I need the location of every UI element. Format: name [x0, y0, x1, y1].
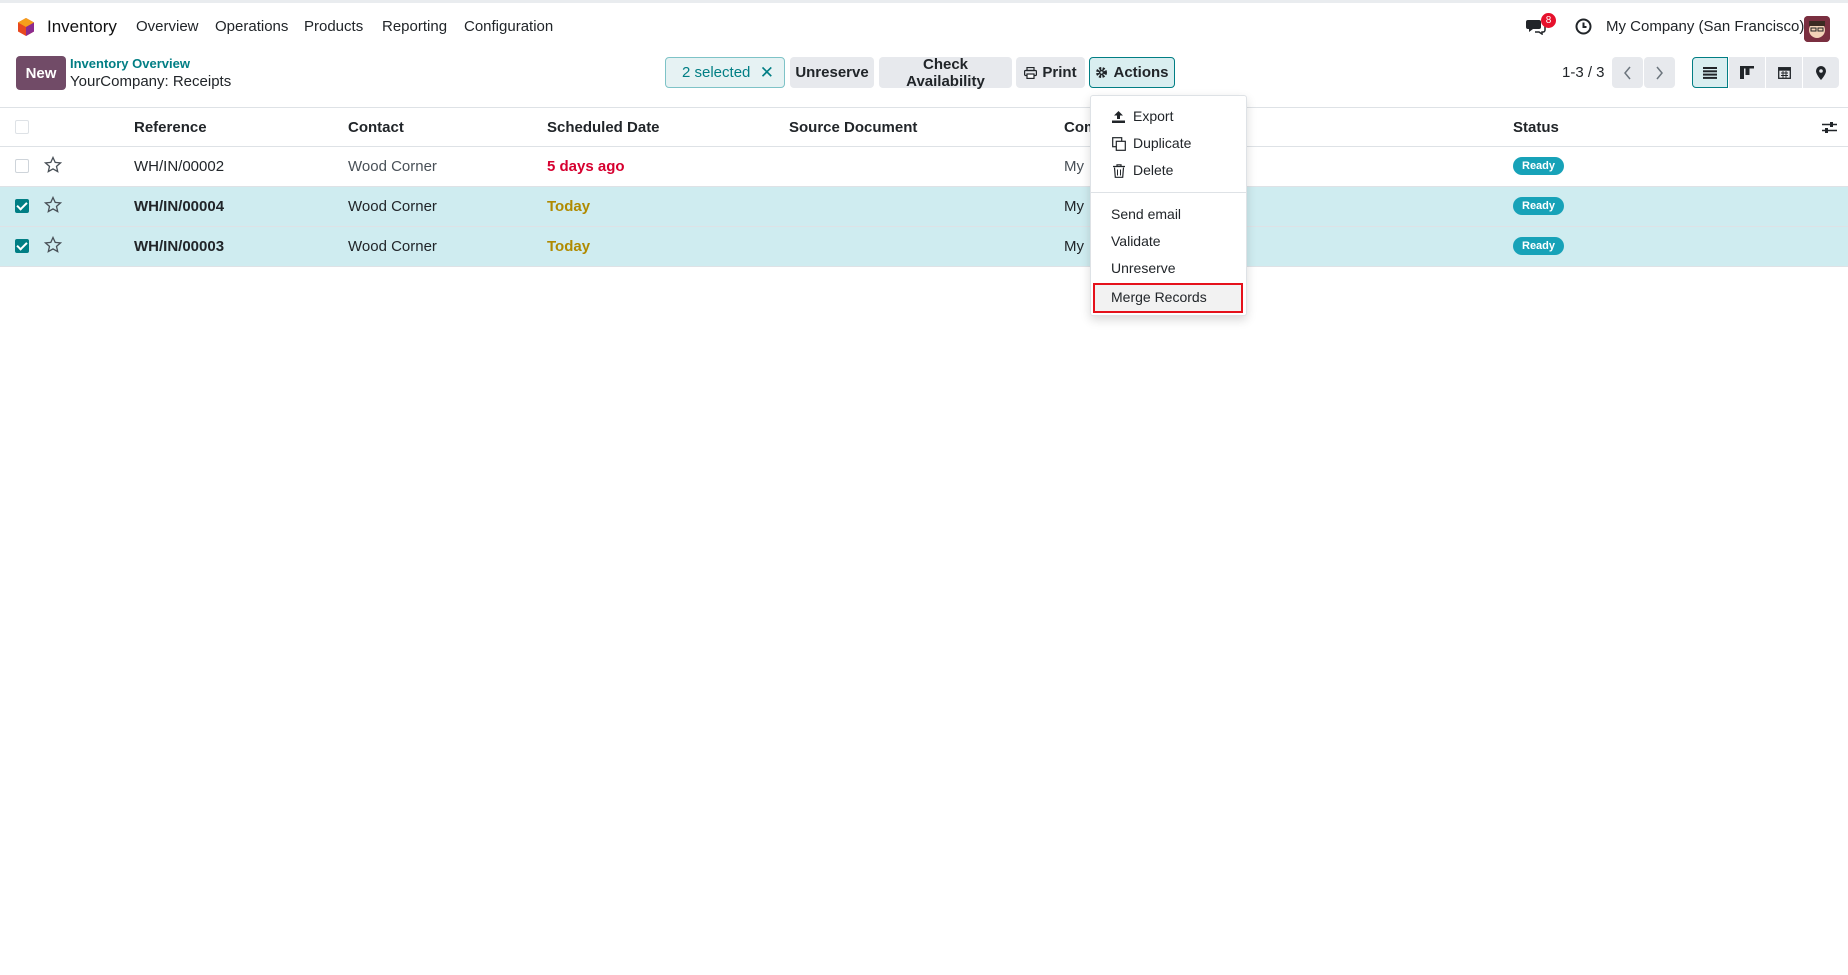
new-button[interactable]: New — [16, 56, 66, 90]
actions-label: Actions — [1113, 64, 1169, 81]
row-checkbox[interactable] — [15, 159, 29, 173]
menu-products[interactable]: Products — [304, 18, 363, 35]
kanban-view-button[interactable] — [1729, 57, 1765, 88]
list-icon — [1703, 66, 1717, 79]
row-reference: WH/IN/00003 — [134, 238, 225, 255]
column-contact[interactable]: Contact — [348, 119, 404, 136]
clear-selection-icon[interactable]: ✕ — [760, 63, 774, 83]
calendar-icon — [1777, 67, 1791, 79]
selected-count: 2 selected — [682, 64, 751, 81]
row-contact: Wood Corner — [348, 238, 437, 255]
upload-icon — [1112, 111, 1125, 123]
row-scheduled-date: 5 days ago — [547, 158, 625, 175]
row-reference: WH/IN/00004 — [134, 198, 225, 215]
breadcrumb-inventory-overview[interactable]: Inventory Overview — [70, 56, 190, 71]
column-scheduled-date[interactable]: Scheduled Date — [547, 119, 660, 136]
column-source-document[interactable]: Source Document — [789, 119, 917, 136]
company-switcher[interactable]: My Company (San Francisco) — [1606, 18, 1804, 35]
optional-columns-icon[interactable] — [1822, 121, 1837, 134]
trash-icon — [1113, 164, 1125, 178]
status-badge: Ready — [1513, 197, 1565, 215]
actions-dropdown-menu: Export Duplicate Delete Send email Valid… — [1090, 95, 1247, 316]
gear-icon — [1096, 67, 1108, 78]
row-checkbox[interactable] — [15, 239, 29, 253]
map-view-button[interactable] — [1803, 57, 1839, 88]
menu-item-unreserve[interactable]: Unreserve — [1111, 260, 1176, 276]
row-scheduled-date: Today — [547, 198, 591, 215]
breadcrumb-current: YourCompany: Receipts — [70, 73, 232, 90]
star-icon[interactable] — [44, 156, 62, 174]
star-icon[interactable] — [44, 196, 62, 214]
row-company: My — [1064, 238, 1084, 255]
menu-item-delete-label: Delete — [1133, 162, 1174, 178]
menu-item-export-label: Export — [1133, 108, 1174, 124]
top-navbar: Inventory Overview Operations Products R… — [0, 3, 1848, 47]
row-contact: Wood Corner — [348, 158, 437, 175]
calendar-view-button[interactable] — [1766, 57, 1802, 88]
menu-divider — [1091, 192, 1246, 193]
status-badge: Ready — [1513, 237, 1565, 255]
app-logo-icon[interactable] — [16, 17, 36, 37]
user-avatar[interactable] — [1804, 16, 1830, 42]
pager-next-button[interactable] — [1644, 57, 1675, 88]
menu-operations[interactable]: Operations — [215, 18, 288, 35]
printer-icon — [1024, 66, 1038, 79]
selection-pill[interactable]: 2 selected ✕ — [665, 57, 785, 88]
chat-count-badge: 8 — [1541, 13, 1556, 28]
print-label: Print — [1042, 64, 1077, 81]
status-badge: Ready — [1513, 157, 1565, 175]
map-pin-icon — [1816, 65, 1826, 80]
row-company: My — [1064, 198, 1084, 215]
table-header: Reference Contact Scheduled Date Source … — [0, 107, 1848, 147]
activity-clock-icon[interactable] — [1575, 18, 1592, 35]
row-reference: WH/IN/00002 — [134, 158, 225, 175]
row-contact: Wood Corner — [348, 198, 437, 215]
table-row[interactable]: WH/IN/00002 Wood Corner 5 days ago My Re… — [0, 147, 1848, 187]
row-scheduled-date: Today — [547, 238, 591, 255]
chevron-right-icon — [1656, 66, 1663, 79]
kanban-icon — [1740, 66, 1754, 79]
unreserve-button[interactable]: Unreserve — [790, 57, 874, 88]
table-row[interactable]: WH/IN/00003 Wood Corner Today My Ready — [0, 227, 1848, 267]
print-button[interactable]: Print — [1016, 57, 1085, 88]
copy-icon — [1112, 137, 1126, 151]
menu-reporting[interactable]: Reporting — [382, 18, 447, 35]
check-availability-button[interactable]: Check Availability — [879, 56, 1012, 90]
list-view-button[interactable] — [1692, 57, 1728, 88]
row-checkbox[interactable] — [15, 199, 29, 213]
pager-previous-button[interactable] — [1612, 57, 1643, 88]
menu-item-send-email[interactable]: Send email — [1111, 206, 1181, 222]
actions-button[interactable]: Actions — [1089, 57, 1175, 88]
chevron-left-icon — [1624, 66, 1631, 79]
menu-item-merge-records[interactable]: Merge Records — [1093, 283, 1243, 313]
select-all-checkbox[interactable] — [15, 120, 29, 134]
star-icon[interactable] — [44, 236, 62, 254]
menu-configuration[interactable]: Configuration — [464, 18, 553, 35]
menu-item-validate[interactable]: Validate — [1111, 233, 1161, 249]
menu-overview[interactable]: Overview — [136, 18, 199, 35]
table-row[interactable]: WH/IN/00004 Wood Corner Today My Ready — [0, 187, 1848, 227]
menu-item-merge-records-label: Merge Records — [1111, 289, 1207, 305]
menu-item-duplicate-label: Duplicate — [1133, 135, 1192, 151]
app-name[interactable]: Inventory — [47, 17, 117, 37]
pager-value[interactable]: 1-3 / 3 — [1562, 64, 1605, 81]
column-reference[interactable]: Reference — [134, 119, 207, 136]
column-status[interactable]: Status — [1513, 119, 1559, 136]
row-company: My — [1064, 158, 1084, 175]
